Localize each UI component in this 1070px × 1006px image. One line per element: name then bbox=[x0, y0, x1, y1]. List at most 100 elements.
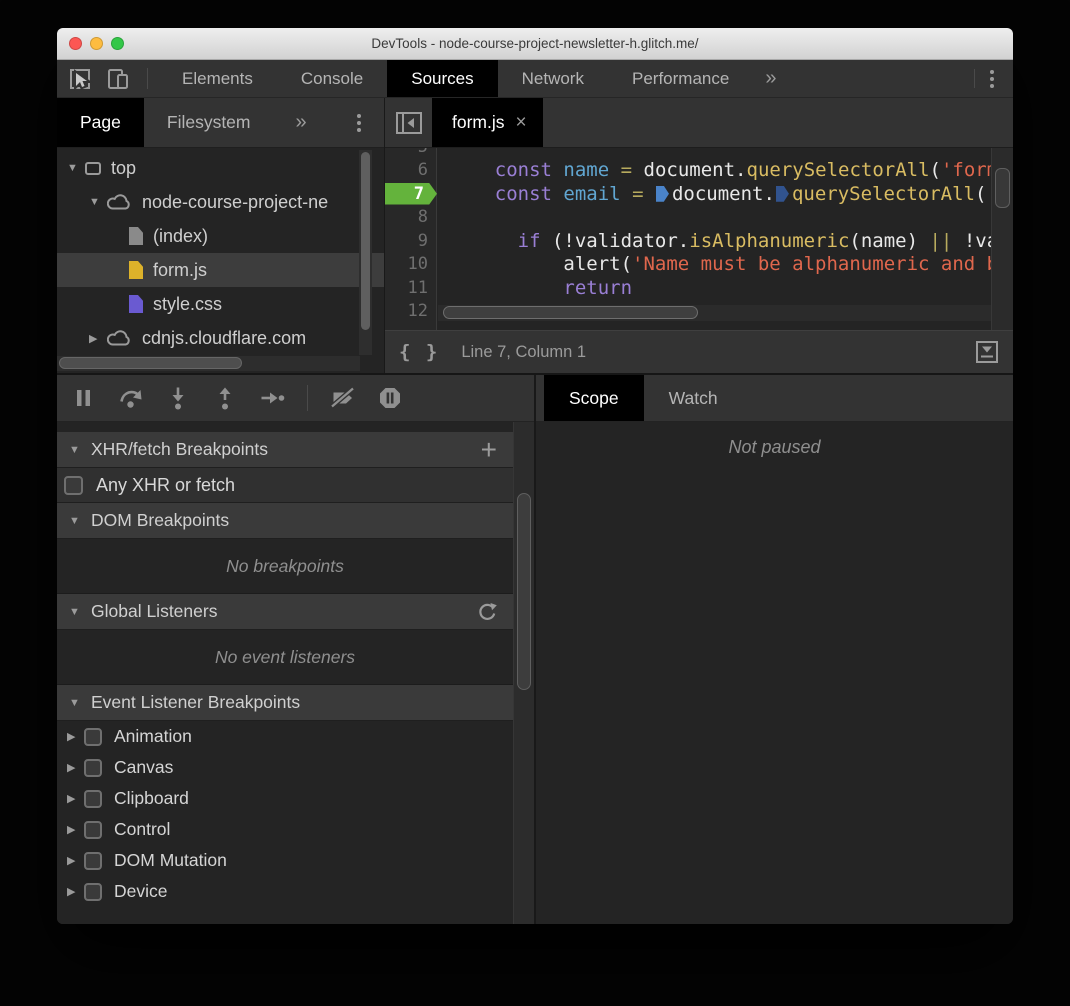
code-text[interactable]: if (!validator.isAlphanumeric(name) || !… bbox=[437, 230, 1013, 252]
close-tab-icon[interactable]: × bbox=[516, 112, 527, 134]
deactivate-breakpoints-button[interactable] bbox=[330, 385, 356, 411]
execution-line-marker[interactable]: 7 bbox=[385, 182, 437, 206]
breakpoint-entry-any-xhr-or-fetch[interactable]: Any XHR or fetch bbox=[57, 468, 513, 503]
step-out-button[interactable] bbox=[212, 385, 238, 411]
tab-page[interactable]: Page bbox=[57, 98, 144, 147]
collapsed-arrow-icon[interactable]: ▶ bbox=[67, 854, 84, 867]
inline-breakpoint-icon[interactable] bbox=[776, 186, 789, 202]
titlebar[interactable]: DevTools - node-course-project-newslette… bbox=[57, 28, 1013, 60]
pause-button[interactable] bbox=[71, 385, 97, 411]
step-over-button[interactable] bbox=[118, 385, 144, 411]
tab-performance[interactable]: Performance bbox=[608, 60, 753, 97]
gutter-line-number[interactable]: 9 bbox=[385, 229, 437, 253]
breakpoint-sections: ▼XHR/fetch Breakpoints+Any XHR or fetch▼… bbox=[57, 422, 513, 924]
gutter-line-number[interactable]: 6 bbox=[385, 159, 437, 183]
gutter-line-number[interactable]: 10 bbox=[385, 253, 437, 277]
section-header-dom-breakpoints[interactable]: ▼DOM Breakpoints bbox=[57, 503, 513, 539]
cloud-icon bbox=[107, 330, 132, 346]
code-editor[interactable]: 56 const name = document.querySelectorAl… bbox=[385, 148, 1013, 330]
code-line-10: 10 alert('Name must be alphanumeric and … bbox=[385, 253, 1013, 277]
tree-item-form-js[interactable]: form.js bbox=[57, 253, 384, 287]
pretty-print-icon[interactable]: { } bbox=[399, 341, 439, 363]
inspect-icon[interactable] bbox=[65, 64, 95, 94]
code-text[interactable]: alert('Name must be alphanumeric and bet… bbox=[437, 253, 1013, 275]
tree-item-node-course-project-ne[interactable]: ▼node-course-project-ne bbox=[57, 185, 384, 219]
frame-icon bbox=[85, 162, 101, 175]
checkbox[interactable] bbox=[84, 852, 102, 870]
tree-item-index[interactable]: (index) bbox=[57, 219, 384, 253]
event-category-device[interactable]: ▶Device bbox=[57, 876, 513, 907]
section-header-xhr-fetch-breakpoints[interactable]: ▼XHR/fetch Breakpoints+ bbox=[57, 432, 513, 468]
tree-item-cdnjs-cloudflare-com[interactable]: ▶cdnjs.cloudflare.com bbox=[57, 321, 384, 355]
kebab-menu-icon[interactable] bbox=[975, 60, 1009, 97]
gutter-line-number[interactable]: 11 bbox=[385, 276, 437, 300]
zoom-window-button[interactable] bbox=[111, 37, 124, 50]
collapsed-arrow-icon[interactable]: ▶ bbox=[67, 885, 84, 898]
collapsed-arrow-icon[interactable]: ▶ bbox=[67, 792, 84, 805]
scrollbar-thumb[interactable] bbox=[995, 168, 1010, 208]
refresh-button[interactable] bbox=[477, 602, 497, 622]
sections-vertical-scrollbar[interactable] bbox=[513, 422, 534, 924]
device-toolbar-icon[interactable] bbox=[103, 64, 133, 94]
event-category-dom-mutation[interactable]: ▶DOM Mutation bbox=[57, 845, 513, 876]
tree-item-label: (index) bbox=[153, 226, 208, 247]
tree-item-label: top bbox=[111, 158, 136, 179]
collapsed-arrow-icon[interactable]: ▶ bbox=[67, 730, 84, 743]
inline-breakpoint-icon[interactable] bbox=[656, 186, 669, 202]
code-text[interactable]: return bbox=[437, 277, 632, 299]
tab-watch[interactable]: Watch bbox=[644, 375, 743, 421]
scrollbar-thumb[interactable] bbox=[517, 493, 531, 690]
event-category-control[interactable]: ▶ Control bbox=[57, 814, 513, 845]
checkbox[interactable] bbox=[84, 790, 102, 808]
editor-tab-form-js[interactable]: form.js × bbox=[432, 98, 543, 147]
tree-item-style-css[interactable]: style.css bbox=[57, 287, 384, 321]
editor-tab-label: form.js bbox=[452, 112, 505, 133]
code-line-9: 9 if (!validator.isAlphanumeric(name) ||… bbox=[385, 229, 1013, 253]
scrollbar-thumb[interactable] bbox=[443, 306, 698, 319]
editor-horizontal-scrollbar[interactable] bbox=[438, 305, 991, 321]
checkbox[interactable] bbox=[84, 821, 102, 839]
code-text[interactable]: const email = document.querySelectorAll(… bbox=[437, 183, 998, 205]
scrollbar-thumb[interactable] bbox=[361, 152, 370, 330]
tab-scope[interactable]: Scope bbox=[544, 375, 644, 421]
close-window-button[interactable] bbox=[69, 37, 82, 50]
tab-filesystem[interactable]: Filesystem bbox=[144, 98, 274, 147]
checkbox[interactable] bbox=[84, 759, 102, 777]
checkbox[interactable] bbox=[64, 476, 83, 495]
tree-vertical-scrollbar[interactable] bbox=[359, 150, 372, 355]
gutter-line-number[interactable]: 5 bbox=[385, 148, 437, 159]
tab-elements[interactable]: Elements bbox=[158, 60, 277, 97]
more-tabs-chevron[interactable]: » bbox=[296, 111, 307, 134]
scrollbar-thumb[interactable] bbox=[59, 357, 242, 369]
tree-horizontal-scrollbar[interactable] bbox=[57, 356, 360, 371]
section-header-global-listeners[interactable]: ▼Global Listeners bbox=[57, 594, 513, 630]
breakpoints-dock-icon[interactable] bbox=[975, 340, 999, 369]
step-into-button[interactable] bbox=[165, 385, 191, 411]
collapsed-arrow-icon[interactable]: ▶ bbox=[67, 761, 84, 774]
section-title: DOM Breakpoints bbox=[91, 510, 229, 531]
event-category-canvas[interactable]: ▶Canvas bbox=[57, 752, 513, 783]
step-button[interactable] bbox=[259, 385, 285, 411]
minimize-window-button[interactable] bbox=[90, 37, 103, 50]
collapsed-arrow-icon[interactable]: ▶ bbox=[67, 823, 84, 836]
checkbox[interactable] bbox=[84, 883, 102, 901]
tab-sources[interactable]: Sources bbox=[387, 60, 497, 97]
more-panels-chevron[interactable]: » bbox=[765, 67, 776, 90]
tab-console[interactable]: Console bbox=[277, 60, 387, 97]
event-category-label: Control bbox=[114, 819, 170, 840]
pause-on-exceptions-button[interactable] bbox=[377, 385, 403, 411]
code-text[interactable]: const name = document.querySelectorAll('… bbox=[437, 159, 1010, 181]
event-category-label: Clipboard bbox=[114, 788, 189, 809]
add-breakpoint-button[interactable]: + bbox=[481, 439, 497, 461]
editor-vertical-scrollbar[interactable] bbox=[991, 148, 1013, 330]
gutter-line-number[interactable]: 12 bbox=[385, 300, 437, 324]
toggle-navigator-icon[interactable] bbox=[395, 110, 423, 136]
kebab-menu-icon[interactable] bbox=[342, 98, 376, 147]
section-header-event-listener-breakpoints[interactable]: ▼Event Listener Breakpoints bbox=[57, 685, 513, 721]
event-category-clipboard[interactable]: ▶ Clipboard bbox=[57, 783, 513, 814]
gutter-line-number[interactable]: 8 bbox=[385, 206, 437, 230]
tab-network[interactable]: Network bbox=[498, 60, 608, 97]
checkbox[interactable] bbox=[84, 728, 102, 746]
event-category-animation[interactable]: ▶Animation bbox=[57, 721, 513, 752]
tree-item-top[interactable]: ▼top bbox=[57, 151, 384, 185]
